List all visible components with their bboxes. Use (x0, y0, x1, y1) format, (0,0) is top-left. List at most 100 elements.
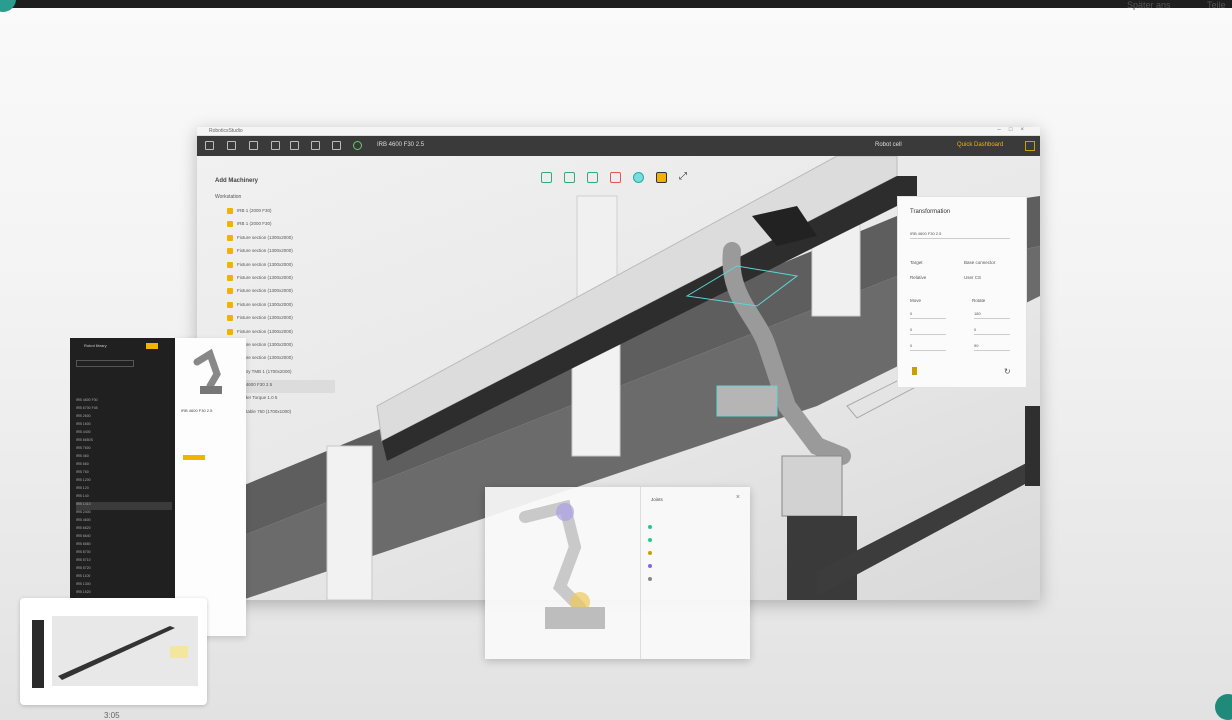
library-row[interactable]: IRB 5720 (76, 566, 172, 574)
library-row[interactable]: IRB 6700 F45 (76, 406, 172, 414)
close-icon[interactable]: × (736, 494, 740, 501)
library-search-input[interactable] (76, 360, 134, 367)
pin-icon[interactable] (912, 367, 917, 375)
transformation-title: Transformation (910, 209, 951, 215)
tree-item[interactable]: Fixture section (1300x2000) (215, 260, 335, 273)
fixture-icon (227, 248, 233, 255)
video-top-bar (0, 0, 1232, 8)
menu-icon[interactable] (205, 141, 214, 150)
library-row[interactable]: IRB 6660 (76, 542, 172, 550)
tree-item[interactable]: Fixture section (1300x2000) (215, 246, 335, 259)
fixture-icon (227, 315, 233, 322)
target-label: Target (910, 260, 923, 265)
fullscreen-icon[interactable]: ⤢ (679, 172, 690, 183)
relative-dropdown[interactable]: User CS (964, 275, 981, 280)
fixture-icon (227, 234, 233, 241)
tree-section-workstation[interactable]: Workstation (215, 194, 335, 200)
save-icon[interactable] (271, 141, 280, 150)
library-row[interactable]: IRB 1200 (76, 478, 172, 486)
move-label: Move (910, 298, 922, 303)
add-button[interactable] (146, 343, 158, 349)
rotate-x-input[interactable]: 180 (974, 311, 1010, 319)
robot-tool (716, 385, 778, 417)
reset-icon[interactable]: ↻ (1004, 367, 1011, 376)
library-row[interactable]: IRB 5710 (76, 558, 172, 566)
library-row[interactable]: IRB 1520 (76, 590, 172, 598)
library-title: Robot library (84, 343, 107, 348)
open-folder-icon[interactable] (249, 141, 258, 150)
robot-icon (227, 221, 233, 228)
fixture-icon (227, 328, 233, 335)
rotate-y-input[interactable]: 0 (974, 327, 1010, 335)
tree-item[interactable]: Fixture section (1300x2000) (215, 286, 335, 299)
library-row[interactable]: IRB 8700 (76, 550, 172, 558)
tree-item[interactable]: Fixture section (1300x2000) (215, 233, 335, 246)
grid-icon[interactable] (332, 141, 341, 150)
overlay-title: Joints (651, 497, 663, 502)
library-row[interactable]: IRB 120 (76, 486, 172, 494)
library-row[interactable]: IRB 2600 (76, 414, 172, 422)
scale-tool-icon[interactable] (587, 172, 598, 183)
rotate-label: Rotate (972, 298, 986, 303)
robot-library-panel: Robot library IRB 4600 F30 IRB 6700 F45 IR… (70, 338, 175, 598)
positioner-motor (781, 455, 843, 517)
move-z-input[interactable]: 0 (910, 343, 946, 351)
library-row[interactable]: IRB 6620 (76, 526, 172, 534)
target-dropdown[interactable]: Base connector (964, 260, 995, 265)
new-file-icon[interactable] (227, 141, 236, 150)
library-row[interactable]: IRB 760 (76, 470, 172, 478)
robot-thumbnail (193, 348, 222, 394)
view-tool-icon[interactable] (633, 172, 644, 183)
detail-title: IRB 4600 F30 2.5 (181, 408, 213, 413)
overlay-divider (640, 487, 641, 659)
window-controls[interactable]: –□× (998, 127, 1032, 133)
library-row[interactable]: IRB 6640 (76, 534, 172, 542)
joints-overlay-window: Joints × (485, 487, 750, 659)
move-y-input[interactable]: 0 (910, 327, 946, 335)
transformation-panel: Transformation IRB 4600 F30 2.5 Target B… (897, 196, 1027, 388)
library-row[interactable]: IRB 4600 F30 (76, 398, 172, 406)
library-row[interactable]: IRB 6650S (76, 438, 172, 446)
library-row[interactable]: IRB 1300 (76, 582, 172, 590)
share-link[interactable]: Teile (1207, 0, 1226, 10)
tree-item[interactable]: Fixture section (1300x2000) (215, 300, 335, 313)
robot-arm-preview (519, 499, 586, 613)
panel-toggle-icon[interactable] (1025, 141, 1035, 151)
snap-tool-icon[interactable] (656, 172, 667, 183)
rotate-tool-icon[interactable] (564, 172, 575, 183)
select-robot-button[interactable] (183, 455, 205, 460)
thumbnail-timestamp: 3:05 (104, 711, 120, 720)
globe-icon[interactable] (353, 141, 362, 150)
library-row[interactable]: IRB 7600 (76, 446, 172, 454)
mode-dropdown[interactable]: Robot cell (875, 142, 902, 148)
robot-detail-panel: IRB 4600 F30 2.5 (175, 338, 246, 636)
library-row[interactable]: IRB 1410 (76, 502, 172, 510)
fixture-icon (227, 288, 233, 295)
tree-item[interactable]: IRB 1 (2000 F30) (215, 206, 335, 219)
rotate-z-input[interactable]: 90 (974, 343, 1010, 351)
library-row[interactable]: IRB 1100 (76, 574, 172, 582)
library-row[interactable]: IRB 4400 (76, 430, 172, 438)
move-tool-icon[interactable] (541, 172, 552, 183)
dashboard-link[interactable]: Quick Dashboard (957, 142, 1003, 148)
watch-later-link[interactable]: Später ans (1127, 0, 1171, 10)
measure-tool-icon[interactable] (610, 172, 621, 183)
object-name-field[interactable]: IRB 4600 F30 2.5 (910, 231, 1010, 239)
tree-item[interactable]: IRB 1 (2000 F30) (215, 219, 335, 232)
video-thumbnail-preview[interactable]: 3:05 (20, 598, 207, 720)
library-row[interactable]: IRB 1600 (76, 422, 172, 430)
library-row[interactable]: IRB 140 (76, 494, 172, 502)
pillar-front-left (326, 445, 373, 600)
tree-title: Add Machinery (215, 178, 259, 184)
library-row[interactable]: IRB 460 (76, 454, 172, 462)
export-icon[interactable] (290, 141, 299, 150)
library-row[interactable]: IRB 660 (76, 462, 172, 470)
window-title: RoboticsStudio (209, 128, 243, 134)
library-row[interactable]: IRB 2400 (76, 510, 172, 518)
tree-item[interactable]: Fixture section (1300x2000) (215, 313, 335, 326)
library-row[interactable]: IRB 4600 (76, 518, 172, 526)
move-x-input[interactable]: 0 (910, 311, 946, 319)
relative-label: Relative (910, 275, 927, 280)
settings-icon[interactable] (311, 141, 320, 150)
tree-item[interactable]: Fixture section (1300x2000) (215, 273, 335, 286)
